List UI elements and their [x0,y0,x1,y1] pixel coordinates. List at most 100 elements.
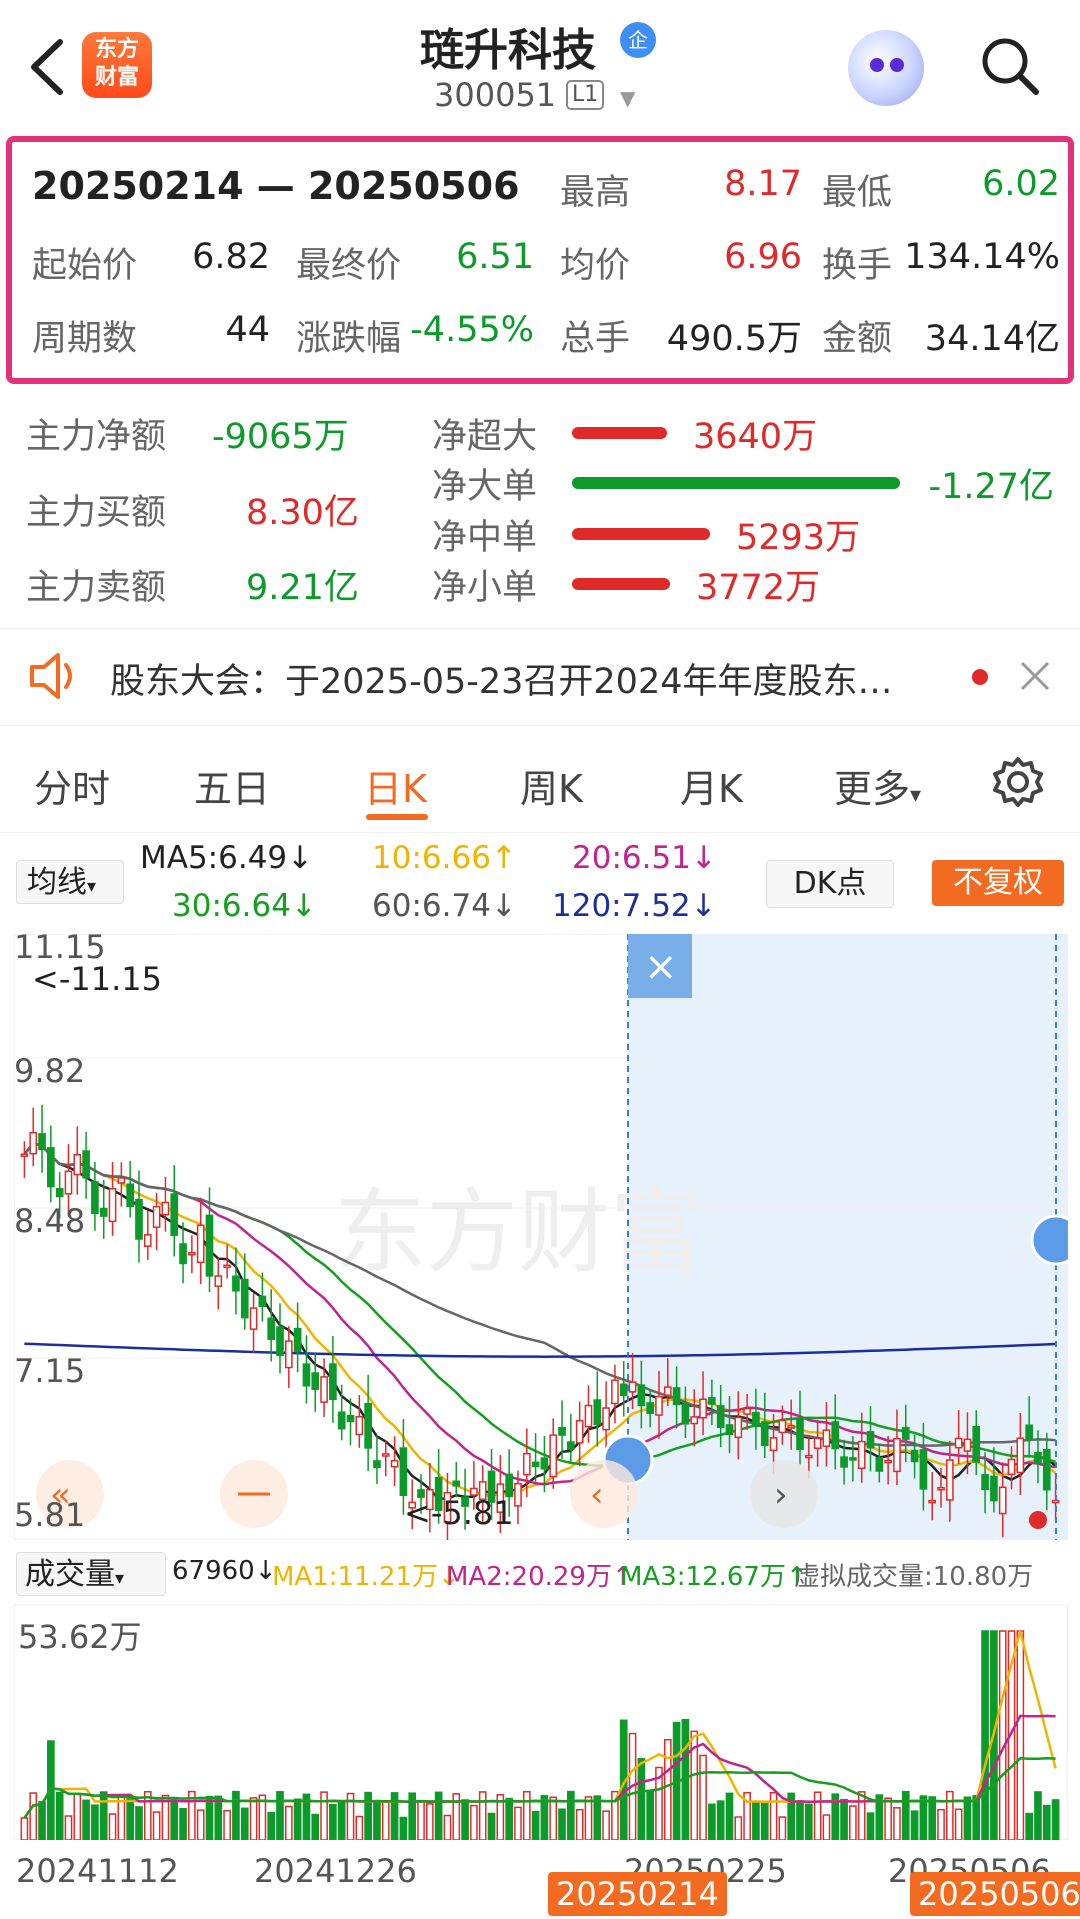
volume-bar [487,1812,496,1840]
adjust-button[interactable]: 不复权 [932,860,1064,906]
candle-body [945,1459,954,1501]
prev-button[interactable] [570,1460,638,1528]
volume-bar [20,1817,29,1840]
avg-value: 6.96 [724,237,802,277]
candle-body [179,1243,187,1265]
candle-body [364,1403,372,1449]
volume-bar [954,1808,963,1840]
candle-body [117,1177,126,1184]
candle-body [346,1414,355,1423]
candle-body [628,1381,637,1393]
level-badge[interactable]: L1 [566,80,605,110]
gear-icon[interactable] [992,756,1044,808]
tab-more[interactable]: 更多▾ [834,758,921,813]
volume-bar [972,1795,981,1840]
volume-bar [1042,1804,1051,1840]
candle-body [373,1460,381,1469]
candle-body [840,1456,848,1468]
high-label: 最高 [560,173,631,213]
ma30-value: 30:6.64↓ [172,888,317,924]
tab-daily-k[interactable]: 日K [364,758,427,813]
candle-body [320,1376,328,1403]
candle-body [690,1416,699,1425]
indicator-selector[interactable]: 成交量▾ [16,1552,166,1596]
level-dropdown-icon[interactable]: ▼ [620,86,635,110]
candle-body [672,1387,681,1406]
candle-body [276,1326,284,1356]
volume-bar [901,1790,910,1840]
candle-body [584,1404,593,1428]
k-line-chart[interactable]: 东方财富 × « ‹ › <-11.15 <-5.81 11.159.828.4… [14,934,1068,1540]
candle-body [223,1264,231,1269]
volume-bar [320,1791,328,1840]
open-value: 6.82 [192,237,270,277]
robot-assistant-icon[interactable] [848,30,924,106]
volume-bar [567,1790,575,1840]
flow-label: 净超大 [432,417,538,457]
candle-body [196,1224,205,1264]
candle-body [1016,1437,1025,1474]
notice-bar[interactable]: 股东大会：于2025-05-23召开2024年年度股东… [0,628,1080,726]
low-value: 6.02 [982,164,1060,204]
volume-bar [329,1803,337,1840]
candle-body [47,1147,55,1188]
candle-body [531,1461,540,1468]
main-sell-label: 主力卖额 [26,568,167,608]
candle-body [787,1425,796,1429]
candle-body [849,1457,857,1461]
volume-bar [196,1809,205,1840]
volume-chart[interactable]: 53.62万 [14,1604,1068,1840]
tab-monthly-k[interactable]: 月K [680,758,743,813]
ma-selector[interactable]: 均线▾ [16,860,124,904]
candle-body [390,1460,399,1468]
app-logo[interactable]: 东方 财富 [82,32,152,98]
volume-bar [73,1792,82,1840]
chevron-left-icon[interactable] [22,34,74,100]
candle-body [637,1384,646,1407]
volume-bar [804,1803,813,1840]
volume-bar [205,1795,214,1840]
volume-bar [866,1812,875,1840]
candle-body [760,1421,769,1447]
candle-body [963,1438,972,1452]
volume-bar [38,1801,46,1840]
ma120-value: 120:7.52↓ [552,888,717,924]
tab-intraday[interactable]: 分时 [34,758,110,813]
volume-bar [796,1800,804,1840]
candle-body [152,1205,161,1228]
volume-bar [240,1807,249,1840]
header: 东方 财富 琏升科技 企 300051 L1 ▼ [0,0,1080,125]
notice-text[interactable]: 股东大会：于2025-05-23召开2024年年度股东… [110,653,892,704]
tab-five-day[interactable]: 五日 [194,758,270,813]
volume-bar [584,1796,593,1840]
close-icon[interactable] [1018,659,1052,693]
candle-body [919,1449,928,1490]
volume-bar [152,1811,161,1840]
candle-body [575,1419,584,1444]
search-icon[interactable] [978,34,1042,98]
ma5-value: MA5:6.49↓ [140,840,314,876]
candle-body [99,1207,108,1217]
candle-body [831,1421,840,1450]
volume-bar [1025,1812,1033,1840]
tab-weekly-k[interactable]: 周K [520,758,583,813]
candle-body [708,1397,716,1405]
selection-end-handle[interactable] [1030,1214,1068,1266]
candle-body [778,1419,787,1434]
close-value: 6.51 [456,237,534,277]
candle-body [143,1234,152,1247]
dk-point-toggle[interactable]: DK点 [766,860,894,908]
volume-bar [355,1815,364,1840]
price-axis-label: 5.81 [14,1496,85,1534]
volume-bar [417,1800,425,1840]
candle-body [284,1340,293,1369]
divider [0,832,1080,833]
volume-bar [646,1790,655,1840]
more-caret-icon: ▾ [910,783,922,808]
unread-dot [972,669,988,685]
candle-body [884,1459,892,1464]
candle-body [804,1454,813,1459]
volume-bar [725,1792,734,1840]
candle-body [249,1307,258,1330]
candle-body [725,1424,734,1436]
